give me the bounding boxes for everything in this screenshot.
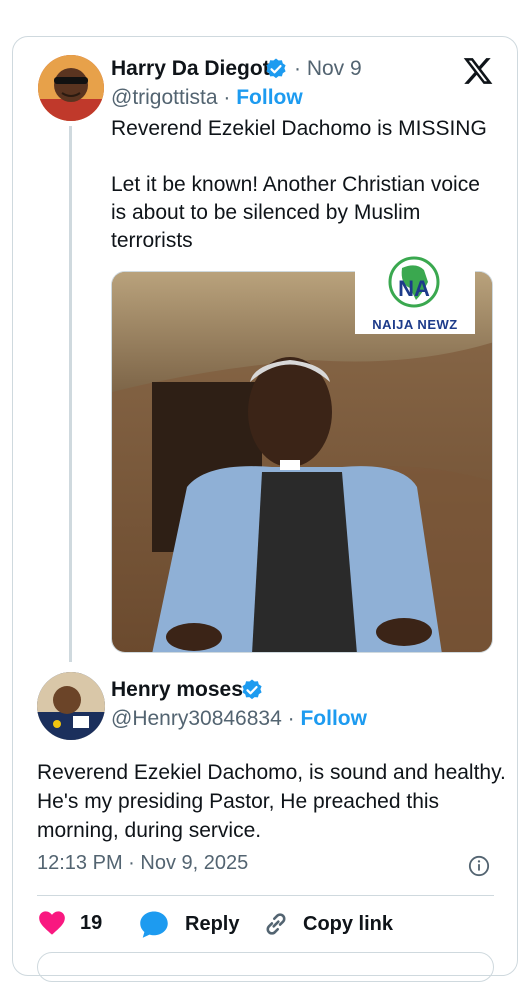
x-logo-icon[interactable] <box>461 55 495 87</box>
post-date[interactable]: · Nov 9 <box>294 57 362 81</box>
reply-button[interactable]: Reply <box>139 910 239 938</box>
like-button[interactable]: 19 <box>38 910 102 936</box>
reply-text: Reverend Ezekiel Dachomo, is sound and h… <box>37 761 506 842</box>
reply-handle-row: @Henry30846834 · Follow <box>111 707 367 731</box>
author-name[interactable]: Harry Da Diegot <box>111 57 270 81</box>
reply-follow-button[interactable]: Follow <box>300 707 367 730</box>
thread-connector-line <box>69 126 72 662</box>
reply-author-handle[interactable]: @Henry30846834 <box>111 707 282 730</box>
verified-badge-icon <box>266 58 286 79</box>
author-handle-row: @trigottista · Follow <box>111 86 303 110</box>
africa-map-logo-icon: NA <box>388 256 440 308</box>
tweet-text: Reverend Ezekiel Dachomo is MISSING Let … <box>111 117 487 252</box>
actions-divider <box>37 895 494 896</box>
like-count: 19 <box>80 911 103 934</box>
reply-label: Reply <box>185 912 240 935</box>
reply-bubble-icon <box>140 911 168 938</box>
separator-dot: · <box>223 86 237 109</box>
copy-link-button[interactable]: Copy link <box>262 910 393 938</box>
naija-newz-watermark: NA NAIJA NEWZ <box>355 252 475 334</box>
copy-link-label: Copy link <box>303 912 394 935</box>
author-handle[interactable]: @trigottista <box>111 86 218 109</box>
watermark-text: NAIJA NEWZ <box>372 317 458 332</box>
reply-timestamp[interactable]: 12:13 PM · Nov 9, 2025 <box>37 852 248 875</box>
info-icon[interactable] <box>468 855 490 877</box>
separator-dot: · <box>287 707 301 730</box>
link-icon <box>266 913 286 935</box>
svg-text:NA: NA <box>398 276 430 301</box>
heart-icon <box>39 911 65 935</box>
author-avatar[interactable] <box>38 55 104 121</box>
reply-author-avatar[interactable] <box>37 672 105 740</box>
follow-button[interactable]: Follow <box>236 86 303 109</box>
reply-author-name[interactable]: Henry moses <box>111 678 243 702</box>
verified-badge-icon <box>242 679 262 700</box>
read-replies-button[interactable] <box>37 952 494 982</box>
